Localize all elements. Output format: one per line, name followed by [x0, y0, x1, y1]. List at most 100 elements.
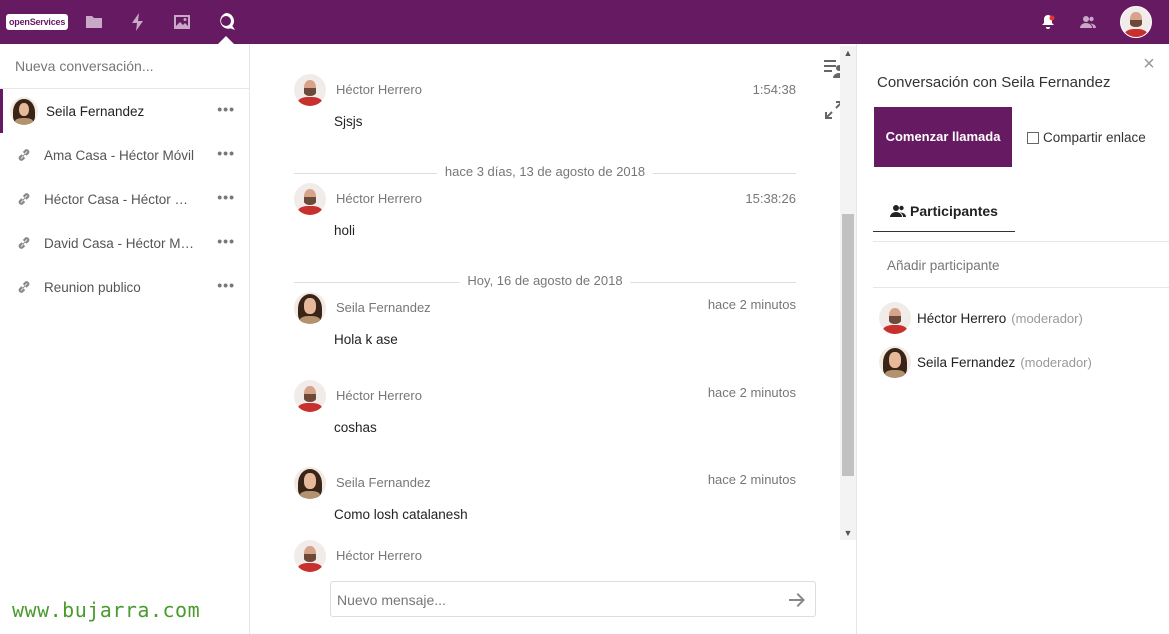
message-text: Sjsjs	[334, 114, 363, 129]
avatar	[294, 467, 326, 499]
date-separator-label: Hoy, 16 de agosto de 2018	[459, 273, 631, 288]
add-participant-input[interactable]	[887, 254, 1157, 276]
chat-message: Seila Fernandez hace 2 minutos Como losh…	[294, 467, 796, 527]
conversation-name: Seila Fernandez	[46, 103, 145, 119]
participant-item[interactable]: Seila Fernandez (moderador)	[879, 344, 1169, 380]
chat-scrollbar[interactable]: ▲ ▼	[840, 46, 856, 540]
avatar	[294, 183, 326, 215]
conversation-item-hector-casa[interactable]: Héctor Casa - Héctor Móvil •••	[0, 177, 249, 221]
chat-message: Héctor Herrero 15:38:26 holi	[294, 183, 796, 243]
contacts-icon	[1080, 16, 1096, 28]
link-icon	[10, 185, 38, 213]
link-icon	[10, 229, 38, 257]
participant-name: Seila Fernandez	[917, 354, 1016, 370]
message-time: hace 2 minutos	[707, 472, 796, 487]
date-separator-label: hace 3 días, 13 de agosto de 2018	[436, 164, 654, 179]
participants-icon	[890, 204, 907, 217]
chat-message: Héctor Herrero hace 2 minutos coshas	[294, 380, 796, 440]
talk-app-button[interactable]	[214, 10, 238, 34]
top-navigation-bar: openServices	[0, 0, 1169, 44]
message-time: hace 2 minutos	[707, 385, 796, 400]
date-separator: hace 3 días, 13 de agosto de 2018	[294, 164, 796, 184]
app-logo[interactable]: openServices	[6, 14, 69, 30]
talk-icon	[220, 13, 235, 30]
send-message-button[interactable]	[787, 590, 807, 610]
chat-area: Héctor Herrero 1:54:38 Sjsjs hace 3 días…	[250, 44, 856, 634]
message-author: Seila Fernandez	[336, 475, 431, 490]
contacts-menu-button[interactable]	[1078, 12, 1098, 32]
link-icon	[10, 273, 38, 301]
chat-message: Héctor Herrero	[294, 540, 796, 576]
conversation-name: David Casa - Héctor Móvil	[44, 235, 196, 251]
files-app-button[interactable]	[82, 10, 106, 34]
message-text: Hola k ase	[334, 332, 398, 347]
add-participant-field	[873, 242, 1169, 288]
avatar	[294, 380, 326, 412]
message-time: 15:38:26	[745, 191, 796, 206]
send-arrow-icon	[789, 593, 805, 607]
message-text: holi	[334, 223, 356, 238]
participant-item[interactable]: Héctor Herrero (moderador)	[879, 300, 1169, 336]
message-author: Seila Fernandez	[336, 300, 431, 315]
date-separator: Hoy, 16 de agosto de 2018	[294, 273, 796, 293]
close-panel-button[interactable]: ×	[1141, 53, 1157, 75]
conversation-item-ama-casa[interactable]: Ama Casa - Héctor Móvil •••	[0, 133, 249, 177]
bolt-icon	[132, 13, 143, 31]
new-conversation-search[interactable]: Nueva conversación...	[0, 44, 249, 89]
avatar	[879, 346, 911, 378]
participant-role: (moderador)	[1020, 354, 1092, 370]
message-author: Héctor Herrero	[336, 191, 422, 206]
message-text: Como losh catalanesh	[334, 507, 468, 522]
tab-participants[interactable]: Participantes	[873, 190, 1015, 232]
conversation-menu-button[interactable]: •••	[217, 233, 235, 249]
panel-title: Conversación con Seila Fernandez	[877, 74, 1111, 91]
avatar	[294, 540, 326, 572]
conversation-name: Héctor Casa - Héctor Móvil	[44, 191, 196, 207]
watermark-text: www.bujarra.com	[12, 598, 201, 622]
close-icon: ×	[1143, 53, 1155, 75]
participant-role: (moderador)	[1011, 310, 1083, 326]
avatar	[10, 97, 38, 125]
gallery-app-button[interactable]	[170, 10, 194, 34]
avatar	[879, 302, 911, 334]
conversation-details-panel: × Conversación con Seila Fernandez Comen…	[856, 44, 1169, 634]
participant-name: Héctor Herrero	[917, 310, 1007, 326]
conversation-name: Reunion publico	[44, 279, 141, 295]
new-message-input[interactable]	[337, 589, 777, 611]
conversation-item-reunion-publico[interactable]: Reunion publico •••	[0, 265, 249, 309]
scroll-up-icon[interactable]: ▲	[843, 48, 853, 58]
conversation-name: Ama Casa - Héctor Móvil	[44, 147, 195, 163]
activity-app-button[interactable]	[126, 10, 150, 34]
conversation-item-seila-fernandez[interactable]: Seila Fernandez •••	[0, 89, 249, 133]
tab-label: Participantes	[910, 202, 998, 219]
conversation-menu-button[interactable]: •••	[217, 277, 235, 293]
conversation-menu-button[interactable]: •••	[217, 189, 235, 205]
user-avatar[interactable]	[1120, 6, 1152, 38]
notifications-button[interactable]	[1038, 12, 1058, 32]
conversation-menu-button[interactable]: •••	[217, 145, 235, 161]
message-composer	[330, 581, 816, 617]
message-text: coshas	[334, 420, 377, 435]
message-time: hace 2 minutos	[707, 297, 796, 312]
avatar	[294, 292, 326, 324]
scroll-down-icon[interactable]: ▼	[843, 528, 853, 538]
share-link-checkbox[interactable]	[1027, 131, 1039, 144]
conversation-list-sidebar: Nueva conversación... Seila Fernandez ••…	[0, 44, 250, 634]
share-link-toggle[interactable]: Compartir enlace	[1027, 130, 1146, 145]
active-app-indicator	[218, 36, 234, 44]
share-link-label: Compartir enlace	[1043, 130, 1146, 145]
bell-icon	[1042, 15, 1055, 29]
message-author: Héctor Herrero	[336, 388, 422, 403]
image-icon	[174, 15, 190, 29]
conversation-menu-button[interactable]: •••	[217, 101, 235, 117]
message-author: Héctor Herrero	[336, 548, 422, 563]
conversation-item-david-casa[interactable]: David Casa - Héctor Móvil •••	[0, 221, 249, 265]
chat-message: Héctor Herrero 1:54:38 Sjsjs	[294, 74, 796, 134]
scroll-thumb[interactable]	[842, 214, 854, 476]
message-time: 1:54:38	[752, 82, 796, 97]
link-icon	[10, 141, 38, 169]
start-call-button[interactable]: Comenzar llamada	[874, 107, 1012, 167]
folder-icon	[86, 16, 102, 28]
avatar	[294, 74, 326, 106]
chat-message: Seila Fernandez hace 2 minutos Hola k as…	[294, 292, 796, 352]
